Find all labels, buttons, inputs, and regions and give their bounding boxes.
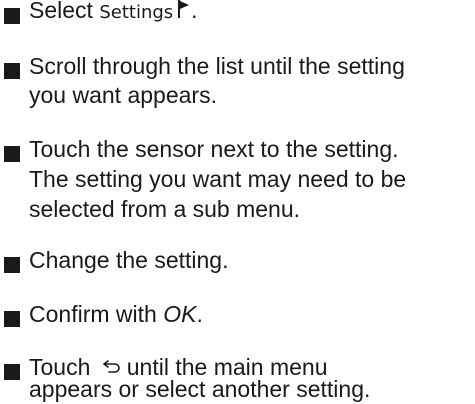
bullet-square-icon: [4, 8, 20, 24]
settings-label: Settings: [99, 2, 174, 23]
flag-icon: [178, 0, 190, 18]
bullet-square-icon: [4, 311, 20, 327]
back-arrow-icon: [102, 360, 120, 373]
step-suffix: .: [191, 0, 198, 23]
step-text-line: selected from a sub menu.: [29, 196, 301, 222]
step-text-line: Touch the sensor next to the setting.: [29, 136, 399, 162]
step-prefix: Confirm with: [29, 301, 164, 327]
ok-label: OK: [163, 301, 197, 327]
bullet-square-icon: [4, 364, 20, 380]
bullet-square-icon: [4, 146, 20, 162]
bullet-square-icon: [4, 257, 20, 273]
step-prefix: Select: [29, 0, 100, 23]
step-text: Select Settings.: [29, 0, 198, 28]
step-text-line: Scroll through the list until the settin…: [29, 53, 405, 79]
bullet-square-icon: [4, 63, 20, 79]
step-text-line: The setting you want may need to be: [29, 166, 407, 192]
step-text-line: appears or select another setting.: [29, 376, 371, 402]
step-text-line: Change the setting.: [29, 247, 229, 273]
step-text-line: you want appears.: [29, 82, 217, 108]
step-suffix: .: [196, 301, 203, 327]
step-text: Confirm with OK.: [29, 299, 203, 329]
